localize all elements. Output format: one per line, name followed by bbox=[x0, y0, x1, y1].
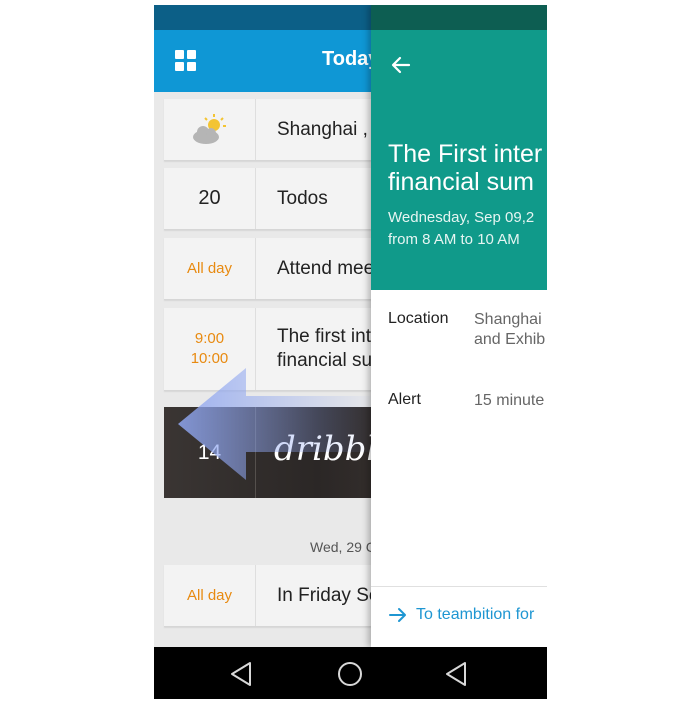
detail-status-bar bbox=[371, 5, 547, 30]
end-time: 10:00 bbox=[190, 350, 229, 367]
location-label: Location bbox=[388, 310, 449, 327]
time-cell: All day bbox=[164, 565, 256, 626]
todo-count-cell: 20 bbox=[164, 168, 256, 229]
swipe-left-arrow-icon bbox=[178, 368, 378, 480]
time-cell: All day bbox=[164, 238, 256, 299]
list-item-title-line1: The first int bbox=[277, 326, 371, 347]
date-separator: Wed, 29 C bbox=[310, 539, 376, 555]
all-day-label: All day bbox=[186, 260, 233, 277]
triangle-back-icon[interactable] bbox=[444, 661, 468, 687]
alert-value[interactable]: 15 minute bbox=[474, 391, 544, 411]
arrow-left-icon[interactable] bbox=[390, 54, 412, 76]
weather-cell bbox=[164, 99, 256, 160]
todo-count: 20 bbox=[198, 187, 221, 209]
start-time: 9:00 bbox=[194, 330, 225, 347]
triangle-back-icon[interactable] bbox=[229, 661, 253, 687]
list-item-title: Shanghai , bbox=[277, 118, 368, 140]
divider bbox=[371, 586, 547, 587]
phone-screen: Today Shanghai , 20 Todos All day Attend… bbox=[154, 5, 547, 699]
teambition-link-label: To teambition for bbox=[416, 606, 535, 623]
navigation-bar bbox=[154, 647, 547, 699]
list-item-title: Todos bbox=[277, 187, 328, 209]
list-item-title: In Friday Se bbox=[277, 584, 380, 606]
list-item-title: Attend mee bbox=[277, 257, 375, 279]
circle-home-icon[interactable] bbox=[337, 661, 363, 687]
event-datetime: Wednesday, Sep 09,2 from 8 AM to 10 AM bbox=[388, 209, 535, 248]
arrow-right-icon bbox=[389, 608, 406, 622]
all-day-label: All day bbox=[186, 587, 233, 604]
detail-header: The First inter financial sum Wednesday,… bbox=[371, 30, 547, 290]
event-title: The First inter financial sum bbox=[388, 140, 543, 196]
teambition-link[interactable]: To teambition for bbox=[388, 606, 534, 624]
event-detail-panel: The First inter financial sum Wednesday,… bbox=[371, 5, 547, 647]
partly-cloudy-icon bbox=[192, 113, 226, 144]
alert-label: Alert bbox=[388, 391, 421, 408]
location-value: Shanghai and Exhib bbox=[474, 311, 546, 348]
grid-icon[interactable] bbox=[175, 50, 197, 72]
